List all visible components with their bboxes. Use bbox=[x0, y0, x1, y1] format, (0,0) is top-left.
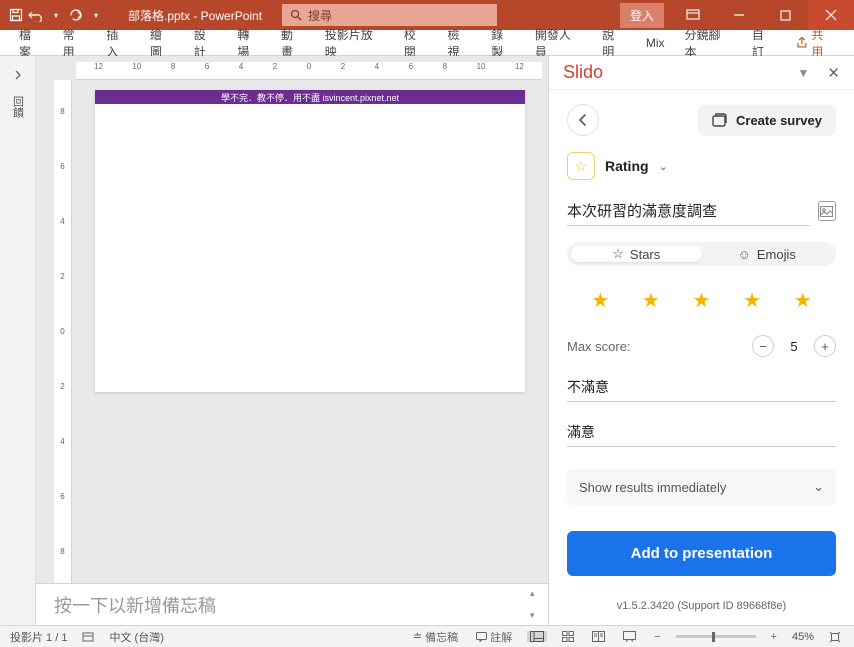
comments-toggle[interactable]: 註解 bbox=[473, 629, 515, 645]
left-nav: 回饋 bbox=[0, 56, 36, 625]
editor-area: 12108642024681012 864202468 學不完．教不停．用不盡 … bbox=[36, 56, 548, 625]
star-icon: ★ bbox=[642, 288, 660, 313]
toggle-emojis[interactable]: ☺ Emojis bbox=[702, 246, 833, 262]
zoom-in-icon[interactable]: + bbox=[768, 631, 780, 643]
expand-thumbnails-icon[interactable] bbox=[13, 70, 23, 80]
fit-window-icon[interactable] bbox=[826, 631, 844, 643]
low-label-input[interactable] bbox=[567, 373, 836, 402]
accessibility-icon[interactable] bbox=[79, 631, 97, 643]
scroll-up-icon[interactable]: ▴ bbox=[530, 588, 544, 599]
star-icon: ★ bbox=[794, 288, 812, 313]
language-indicator[interactable]: 中文 (台灣) bbox=[109, 629, 163, 645]
rating-type-icon: ☆ bbox=[567, 152, 595, 180]
star-icon: ★ bbox=[693, 288, 711, 313]
ruler-horizontal: 12108642024681012 bbox=[76, 62, 542, 80]
notes-scrollbar[interactable]: ▴ ▾ bbox=[530, 588, 544, 621]
slido-pane: Slido ▼ ✕ Create survey ☆ Rating ⌄ bbox=[548, 56, 854, 625]
notes-placeholder: 按一下以新增備忘稿 bbox=[54, 592, 216, 618]
feedback-label[interactable]: 回饋 bbox=[10, 96, 26, 118]
poll-title-input[interactable] bbox=[567, 196, 810, 226]
stars-preview: ★ ★ ★ ★ ★ bbox=[567, 282, 836, 319]
image-icon[interactable] bbox=[818, 201, 836, 221]
zoom-slider[interactable] bbox=[676, 635, 756, 638]
slido-body: Create survey ☆ Rating ⌄ ☆ Stars bbox=[549, 90, 854, 625]
slide[interactable]: 學不完．教不停．用不盡 isvincent.pixnet.net bbox=[95, 90, 525, 392]
tab-mix[interactable]: Mix bbox=[637, 32, 674, 54]
reading-view-icon[interactable] bbox=[589, 631, 608, 642]
normal-view-icon[interactable] bbox=[527, 631, 547, 642]
ribbon-tabs: 檔案 常用 插入 繪圖 設計 轉場 動畫 投影片放映 校閱 檢視 錄製 開發人員… bbox=[0, 30, 854, 56]
slideshow-view-icon[interactable] bbox=[620, 631, 639, 642]
decrement-button[interactable]: − bbox=[752, 335, 774, 357]
slido-version: v1.5.2.3420 (Support ID 89668f8e) bbox=[567, 592, 836, 620]
statusbar: 投影片 1 / 1 中文 (台灣) ≐備忘稿 註解 − + 45% bbox=[0, 625, 854, 647]
scroll-down-icon[interactable]: ▾ bbox=[530, 610, 544, 621]
slido-brand: Slido bbox=[563, 62, 603, 83]
increment-button[interactable]: + bbox=[814, 335, 836, 357]
chevron-down-icon: ⌄ bbox=[659, 160, 668, 173]
max-score-row: Max score: − 5 + bbox=[567, 335, 836, 357]
search-icon bbox=[290, 9, 302, 21]
notes-pane[interactable]: 按一下以新增備忘稿 ▴ ▾ bbox=[36, 583, 548, 625]
poll-type-label: Rating bbox=[605, 158, 649, 174]
emoji-icon: ☺ bbox=[738, 247, 751, 262]
chevron-down-icon: ⌄ bbox=[813, 479, 824, 495]
slido-top-row: Create survey bbox=[567, 104, 836, 136]
add-to-presentation-button[interactable]: Add to presentation bbox=[567, 531, 836, 576]
slide-counter[interactable]: 投影片 1 / 1 bbox=[10, 629, 67, 645]
ruler-vertical: 864202468 bbox=[54, 80, 72, 583]
slide-area: 864202468 學不完．教不停．用不盡 isvincent.pixnet.n… bbox=[36, 80, 548, 583]
notes-toggle[interactable]: ≐備忘稿 bbox=[410, 629, 461, 645]
pane-close-icon[interactable]: ✕ bbox=[827, 64, 840, 82]
create-survey-button[interactable]: Create survey bbox=[698, 105, 836, 136]
slide-banner: 學不完．教不停．用不盡 isvincent.pixnet.net bbox=[95, 90, 525, 104]
star-icon: ★ bbox=[591, 288, 609, 313]
slido-header: Slido ▼ ✕ bbox=[549, 56, 854, 90]
workspace: 回饋 12108642024681012 864202468 學不完．教不停．用… bbox=[0, 56, 854, 625]
max-score-value: 5 bbox=[788, 339, 800, 354]
high-label-input[interactable] bbox=[567, 418, 836, 447]
back-button[interactable] bbox=[567, 104, 599, 136]
sorter-view-icon[interactable] bbox=[559, 631, 577, 642]
poll-title-row bbox=[567, 196, 836, 226]
max-score-label: Max score: bbox=[567, 339, 738, 354]
star-icon: ☆ bbox=[612, 246, 624, 262]
slide-canvas[interactable]: 學不完．教不停．用不盡 isvincent.pixnet.net bbox=[72, 80, 548, 583]
results-display-dropdown[interactable]: Show results immediately ⌄ bbox=[567, 469, 836, 505]
rating-style-toggle: ☆ Stars ☺ Emojis bbox=[567, 242, 836, 266]
toggle-stars[interactable]: ☆ Stars bbox=[571, 246, 702, 262]
zoom-out-icon[interactable]: − bbox=[651, 631, 663, 643]
zoom-level[interactable]: 45% bbox=[792, 631, 814, 643]
star-icon: ★ bbox=[743, 288, 761, 313]
poll-type-selector[interactable]: ☆ Rating ⌄ bbox=[567, 152, 836, 180]
pane-options-icon[interactable]: ▼ bbox=[798, 66, 810, 80]
